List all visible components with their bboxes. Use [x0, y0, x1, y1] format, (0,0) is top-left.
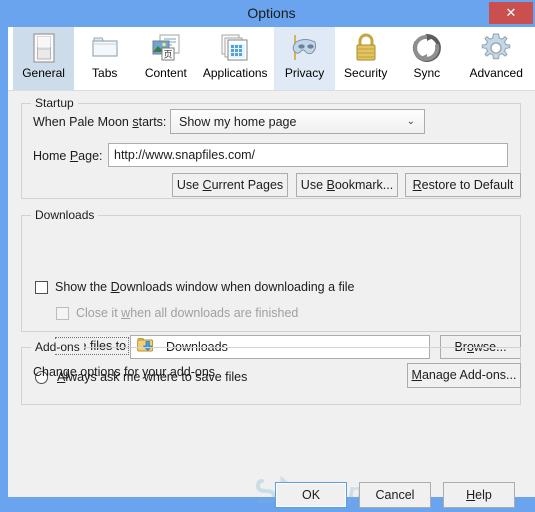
content-page-icon: 页 [146, 31, 186, 65]
tab-applications-label: Applications [202, 66, 268, 80]
restore-to-default-button[interactable]: Restore to Default [405, 173, 521, 197]
use-current-pages-button[interactable]: Use Current Pages [172, 173, 288, 197]
tab-privacy[interactable]: Privacy [273, 27, 336, 90]
tab-security[interactable]: Security [335, 27, 397, 90]
close-icon: ✕ [505, 5, 517, 20]
options-dialog-window: Options ✕ General Tabs 页 Content Applica… [0, 0, 535, 508]
startup-group-title: Startup [31, 96, 78, 110]
tab-general[interactable]: General [13, 27, 75, 90]
home-page-input[interactable] [108, 143, 508, 167]
window-title: Options [247, 5, 296, 21]
close-when-finished-checkbox-row: Close it when all downloads are finished [56, 306, 298, 320]
close-when-finished-label: Close it when all downloads are finished [76, 306, 299, 320]
tab-advanced-label: Advanced [469, 66, 523, 80]
show-downloads-window-checkbox[interactable] [35, 280, 48, 294]
use-bookmark-button[interactable]: Use Bookmark... [296, 173, 398, 197]
home-page-label: Home Page: [33, 149, 103, 163]
sync-arrows-icon [407, 31, 447, 65]
padlock-icon [346, 31, 386, 65]
addons-group-title: Add-ons [31, 340, 84, 354]
dialog-client-area: General Tabs 页 Content Applications Priv… [8, 27, 535, 508]
close-button[interactable]: ✕ [489, 2, 533, 24]
svg-text:页: 页 [163, 50, 172, 61]
folder-tab-icon [85, 31, 125, 65]
window-icon [24, 31, 64, 65]
show-downloads-window-checkbox-row[interactable]: Show the Downloads window when downloadi… [35, 280, 355, 294]
tab-sync[interactable]: Sync [396, 27, 458, 90]
tab-security-label: Security [344, 66, 388, 80]
startup-behavior-select[interactable]: Show my home page ⌄ [170, 109, 425, 134]
tab-sync-label: Sync [413, 66, 441, 80]
gear-icon [476, 31, 516, 65]
startup-behavior-label: When Pale Moon starts: [33, 115, 167, 129]
tab-content-label: Content [144, 66, 187, 80]
mask-icon [285, 31, 325, 65]
show-downloads-window-label: Show the Downloads window when downloadi… [55, 280, 355, 294]
tab-general-label: General [22, 66, 65, 80]
chevron-down-icon: ⌄ [406, 116, 415, 127]
general-panel: Startup When Pale Moon starts: Show my h… [8, 91, 535, 507]
close-when-finished-checkbox [56, 306, 69, 320]
help-button[interactable]: Help [443, 482, 515, 508]
title-bar: Options ✕ [4, 0, 535, 27]
tab-privacy-label: Privacy [284, 66, 325, 80]
tab-tabs[interactable]: Tabs [74, 27, 136, 90]
manage-addons-button[interactable]: Manage Add-ons... [407, 363, 521, 388]
downloads-group-title: Downloads [31, 208, 99, 222]
cancel-button[interactable]: Cancel [359, 482, 431, 508]
tab-tabs-label: Tabs [92, 66, 118, 80]
tab-content[interactable]: 页 Content [135, 27, 197, 90]
ok-button[interactable]: OK [275, 482, 347, 508]
tab-advanced[interactable]: Advanced [457, 27, 535, 90]
applications-icon [215, 31, 255, 65]
options-tab-strip: General Tabs 页 Content Applications Priv… [8, 27, 535, 91]
tab-applications[interactable]: Applications [196, 27, 274, 90]
addons-description: Change options for your add-ons [33, 365, 216, 379]
startup-behavior-value: Show my home page [179, 115, 297, 129]
